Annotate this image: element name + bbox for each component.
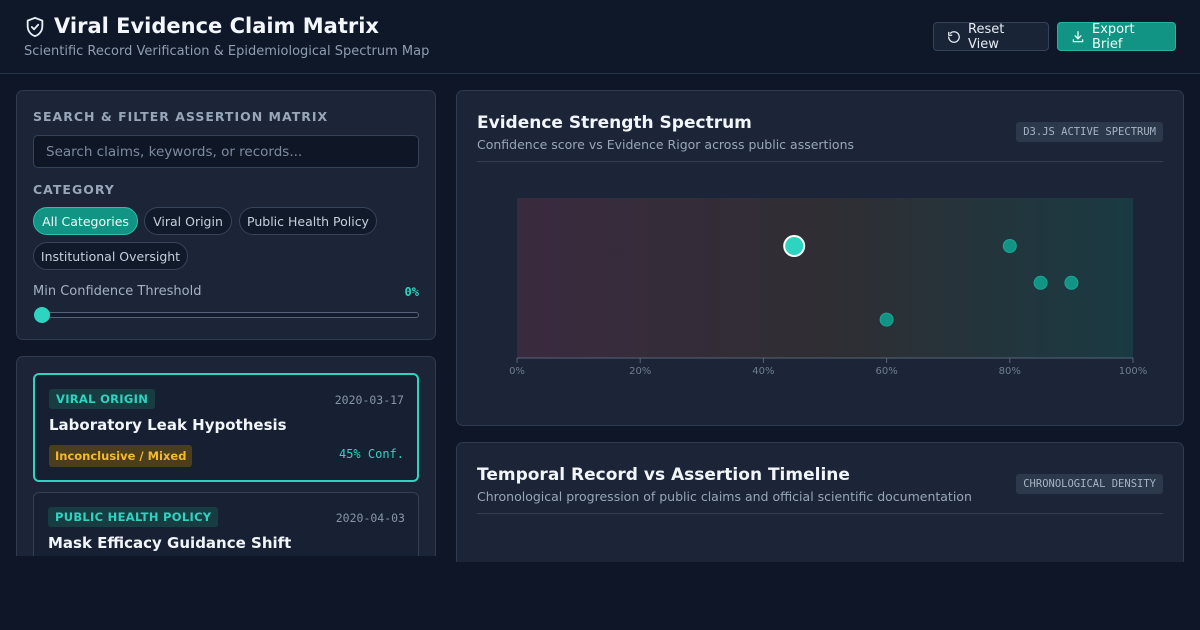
- app-header: Viral Evidence Claim Matrix Scientific R…: [0, 0, 1200, 74]
- x-tick-label: 100%: [1119, 366, 1148, 377]
- verdict-badge: Inconclusive / Mixed: [49, 445, 193, 467]
- timeline-divider: [477, 513, 1163, 514]
- export-brief-button[interactable]: Export Brief: [1057, 21, 1176, 52]
- download-icon: [1072, 30, 1084, 42]
- filter-panel: SEARCH & FILTER ASSERTION MATRIX CATEGOR…: [16, 90, 436, 340]
- timeline-badge: CHRONOLOGICAL DENSITY: [1016, 474, 1163, 494]
- timeline-panel: Temporal Record vs Assertion Timeline Ch…: [456, 442, 1184, 562]
- claim-category-tag: PUBLIC HEALTH POLICY: [48, 507, 219, 527]
- claim-title: Laboratory Leak Hypothesis: [49, 416, 287, 434]
- evidence-spectrum-chart: 0% 20% 40% 60% 80% 100%: [509, 198, 1148, 377]
- claim-point[interactable]: [1002, 239, 1017, 253]
- x-tick-label: 0%: [509, 366, 525, 377]
- claim-point[interactable]: [1033, 275, 1048, 290]
- filter-section-title: SEARCH & FILTER ASSERTION MATRIX: [33, 109, 329, 124]
- threshold-value: 0%: [404, 285, 419, 299]
- spectrum-panel: Evidence Strength Spectrum Confidence sc…: [456, 90, 1184, 426]
- reset-icon: [948, 30, 960, 43]
- claims-list-panel: VIRAL ORIGIN 2020-03-17 Laboratory Leak …: [16, 356, 436, 556]
- selected-claim-point[interactable]: [783, 235, 806, 257]
- claim-card[interactable]: VIRAL ORIGIN 2020-03-17 Laboratory Leak …: [33, 373, 419, 482]
- export-brief-label: Export Brief: [1092, 21, 1135, 52]
- reset-view-label: Reset View: [968, 21, 1005, 52]
- timeline-subtitle: Chronological progression of public clai…: [477, 489, 972, 504]
- claim-category-tag: VIRAL ORIGIN: [49, 389, 156, 409]
- threshold-slider-track[interactable]: [35, 312, 419, 318]
- claim-point[interactable]: [879, 312, 894, 327]
- x-tick-label: 80%: [999, 366, 1021, 377]
- app-subtitle: Scientific Record Verification & Epidemi…: [24, 44, 430, 59]
- threshold-label: Min Confidence Threshold: [33, 284, 202, 299]
- threshold-slider-thumb[interactable]: [34, 307, 50, 323]
- claim-card[interactable]: PUBLIC HEALTH POLICY 2020-04-03 Mask Eff…: [33, 492, 419, 556]
- category-label: CATEGORY: [33, 182, 115, 197]
- shield-check-icon: [26, 16, 44, 38]
- claim-title: Mask Efficacy Guidance Shift: [48, 534, 292, 552]
- reset-view-button[interactable]: Reset View: [933, 21, 1049, 52]
- timeline-title: Temporal Record vs Assertion Timeline: [477, 465, 850, 485]
- claim-date: 2020-04-03: [335, 511, 405, 525]
- category-chip-all[interactable]: All Categories: [33, 207, 138, 235]
- category-chip-viral-origin[interactable]: Viral Origin: [144, 207, 232, 235]
- claim-date: 2020-03-17: [334, 393, 404, 407]
- category-chip-public-health-policy[interactable]: Public Health Policy: [239, 207, 377, 235]
- claim-point[interactable]: [1064, 275, 1079, 290]
- x-tick-label: 40%: [752, 366, 774, 377]
- app-title: Viral Evidence Claim Matrix: [54, 14, 379, 38]
- category-chip-institutional-oversight[interactable]: Institutional Oversight: [33, 242, 188, 270]
- x-tick-label: 20%: [629, 366, 651, 377]
- confidence-score: 45% Conf.: [338, 447, 404, 461]
- x-tick-label: 60%: [875, 366, 897, 377]
- search-input[interactable]: [33, 135, 419, 168]
